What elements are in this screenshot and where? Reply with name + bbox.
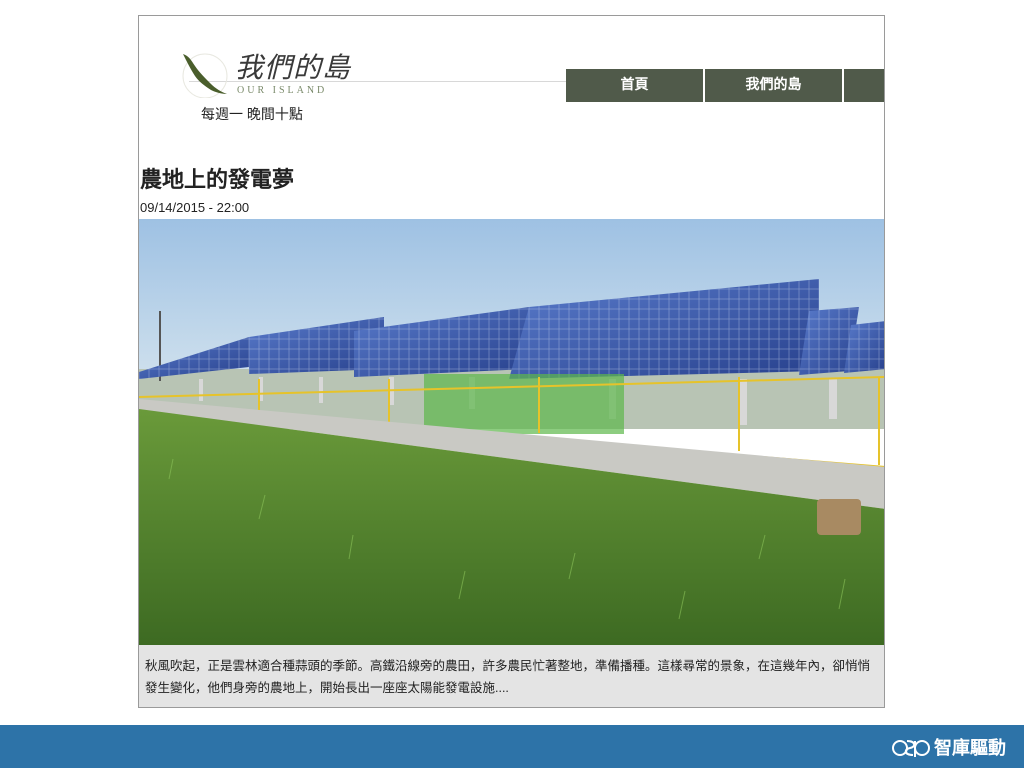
- logo-title: 我們的島: [235, 51, 352, 84]
- brand-icon: [892, 740, 930, 757]
- airtime-text: 每週一 晚間十點: [201, 106, 303, 122]
- taiwan-island-icon: [182, 53, 228, 98]
- webpage-frame: 我們的島 OUR ISLAND 每週一 晚間十點 首頁 我們的島 發 農地上的發…: [138, 15, 885, 708]
- article-caption: 秋風吹起，正是雲林適合種蒜頭的季節。高鐵沿線旁的農田，許多農民忙著整地，準備播種…: [139, 645, 884, 707]
- footer-bar: 智庫驅動: [0, 725, 1024, 768]
- brand-logo: 智庫驅動: [890, 734, 1006, 760]
- article-photo: [139, 219, 884, 645]
- logo-subtitle: OUR ISLAND: [237, 85, 328, 96]
- solar-farm-image: [139, 219, 884, 645]
- site-header: 我們的島 OUR ISLAND 每週一 晚間十點 首頁 我們的島 發: [139, 16, 884, 156]
- article-title: 農地上的發電夢: [140, 167, 295, 192]
- site-logo[interactable]: 我們的島 OUR ISLAND 每週一 晚間十點: [177, 48, 377, 128]
- nav-item-partial[interactable]: 發: [844, 69, 884, 102]
- article-date: 09/14/2015 - 22:00: [140, 200, 250, 215]
- main-nav: 首頁 我們的島 發: [566, 69, 884, 102]
- brand-name: 智庫驅動: [934, 738, 1006, 759]
- nav-home[interactable]: 首頁: [566, 69, 705, 102]
- nav-our-island[interactable]: 我們的島: [705, 69, 844, 102]
